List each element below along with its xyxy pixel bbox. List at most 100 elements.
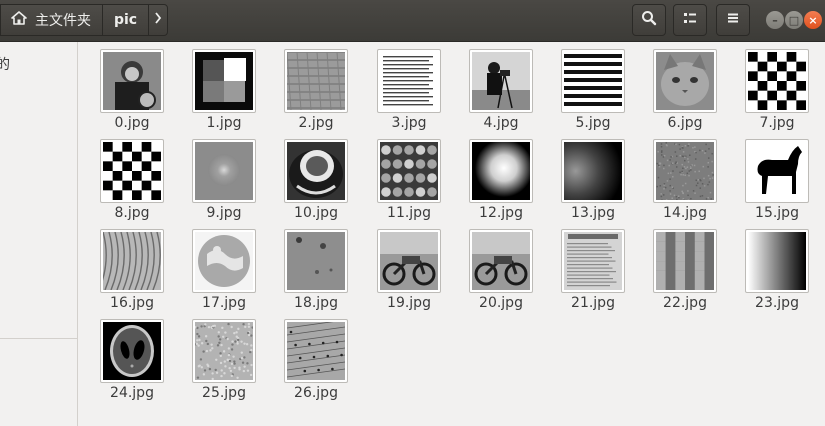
path-current-folder-button[interactable]: pic (102, 4, 149, 36)
file-name: 2.jpg (298, 115, 334, 131)
file-item[interactable]: 11.jpg (374, 132, 444, 221)
file-name: 19.jpg (387, 295, 431, 311)
sidebar-item-label: 的 (0, 57, 10, 73)
file-thumbnail (100, 229, 164, 293)
file-name: 13.jpg (571, 205, 615, 221)
search-icon (641, 10, 657, 30)
file-thumbnail (284, 319, 348, 383)
file-name: 22.jpg (663, 295, 707, 311)
maximize-icon: □ (788, 13, 800, 27)
file-item[interactable]: 26.jpg (281, 312, 351, 401)
file-thumbnail (561, 139, 625, 203)
file-thumbnail (192, 229, 256, 293)
maximize-button[interactable]: □ (785, 11, 803, 29)
file-item[interactable]: 16.jpg (97, 222, 167, 311)
file-name: 18.jpg (294, 295, 338, 311)
file-item[interactable]: 10.jpg (281, 132, 351, 221)
file-name: 3.jpg (391, 115, 427, 131)
file-item[interactable]: 9.jpg (189, 132, 259, 221)
file-name: 9.jpg (206, 205, 242, 221)
file-item[interactable]: 15.jpg (742, 132, 812, 221)
file-thumbnail (653, 49, 717, 113)
file-item[interactable]: 7.jpg (742, 42, 812, 131)
file-thumbnail (745, 139, 809, 203)
file-thumbnail (284, 49, 348, 113)
sidebar: 的 (0, 42, 78, 426)
file-thumbnail (284, 139, 348, 203)
file-name: 26.jpg (294, 385, 338, 401)
file-thumbnail (561, 49, 625, 113)
sidebar-divider (0, 338, 77, 339)
file-item[interactable]: 22.jpg (650, 222, 720, 311)
file-item[interactable]: 17.jpg (189, 222, 259, 311)
file-name: 7.jpg (759, 115, 795, 131)
file-thumbnail (192, 139, 256, 203)
view-options-button[interactable] (673, 4, 707, 36)
file-thumbnail (469, 139, 533, 203)
file-grid: 0.jpg 1.jpg 2.jpg 3.jpg 4.jpg 5.jpg 6.jpg 7.jpg… (79, 42, 825, 426)
file-name: 20.jpg (479, 295, 523, 311)
file-name: 5.jpg (575, 115, 611, 131)
file-item[interactable]: 1.jpg (189, 42, 259, 131)
file-thumbnail (653, 229, 717, 293)
file-name: 23.jpg (755, 295, 799, 311)
view-options-icon (682, 10, 698, 30)
file-item[interactable]: 2.jpg (281, 42, 351, 131)
file-item[interactable]: 4.jpg (466, 42, 536, 131)
file-item[interactable]: 6.jpg (650, 42, 720, 131)
home-icon (11, 10, 27, 30)
file-name: 21.jpg (571, 295, 615, 311)
minimize-button[interactable]: – (766, 11, 784, 29)
file-item[interactable]: 3.jpg (374, 42, 444, 131)
file-item[interactable]: 0.jpg (97, 42, 167, 131)
file-item[interactable]: 18.jpg (281, 222, 351, 311)
file-thumbnail (561, 229, 625, 293)
file-thumbnail (469, 229, 533, 293)
file-item[interactable]: 5.jpg (558, 42, 628, 131)
sidebar-item[interactable]: 的 (0, 54, 77, 76)
hamburger-menu-icon (725, 10, 741, 30)
file-thumbnail (745, 49, 809, 113)
file-item[interactable]: 20.jpg (466, 222, 536, 311)
file-thumbnail (192, 49, 256, 113)
file-name: 24.jpg (110, 385, 154, 401)
file-item[interactable]: 25.jpg (189, 312, 259, 401)
file-name: 12.jpg (479, 205, 523, 221)
path-home-button[interactable]: 主文件夹 (0, 4, 103, 36)
file-thumbnail (100, 139, 164, 203)
file-thumbnail (653, 139, 717, 203)
file-item[interactable]: 24.jpg (97, 312, 167, 401)
file-thumbnail (745, 229, 809, 293)
file-thumbnail (192, 319, 256, 383)
file-item[interactable]: 12.jpg (466, 132, 536, 221)
menu-button[interactable] (716, 4, 750, 36)
minimize-icon: – (772, 13, 778, 27)
file-thumbnail (100, 319, 164, 383)
file-thumbnail (469, 49, 533, 113)
path-current-folder-label: pic (113, 12, 138, 28)
close-button[interactable]: × (804, 11, 822, 29)
file-item[interactable]: 8.jpg (97, 132, 167, 221)
file-item[interactable]: 23.jpg (742, 222, 812, 311)
file-item[interactable]: 21.jpg (558, 222, 628, 311)
file-name: 8.jpg (114, 205, 150, 221)
file-name: 15.jpg (755, 205, 799, 221)
header-bar: 主文件夹 pic – □ × (0, 0, 825, 42)
file-name: 14.jpg (663, 205, 707, 221)
path-home-label: 主文件夹 (35, 13, 91, 29)
file-item[interactable]: 19.jpg (374, 222, 444, 311)
file-name: 4.jpg (483, 115, 519, 131)
file-thumbnail (377, 49, 441, 113)
file-thumbnail (377, 229, 441, 293)
search-button[interactable] (632, 4, 666, 36)
path-forward-button[interactable] (148, 4, 168, 36)
file-name: 0.jpg (114, 115, 150, 131)
file-thumbnail (377, 139, 441, 203)
file-item[interactable]: 14.jpg (650, 132, 720, 221)
file-thumbnail (284, 229, 348, 293)
chevron-right-icon (154, 12, 162, 28)
file-name: 11.jpg (387, 205, 431, 221)
file-item[interactable]: 13.jpg (558, 132, 628, 221)
close-icon: × (808, 13, 818, 27)
file-name: 6.jpg (667, 115, 703, 131)
